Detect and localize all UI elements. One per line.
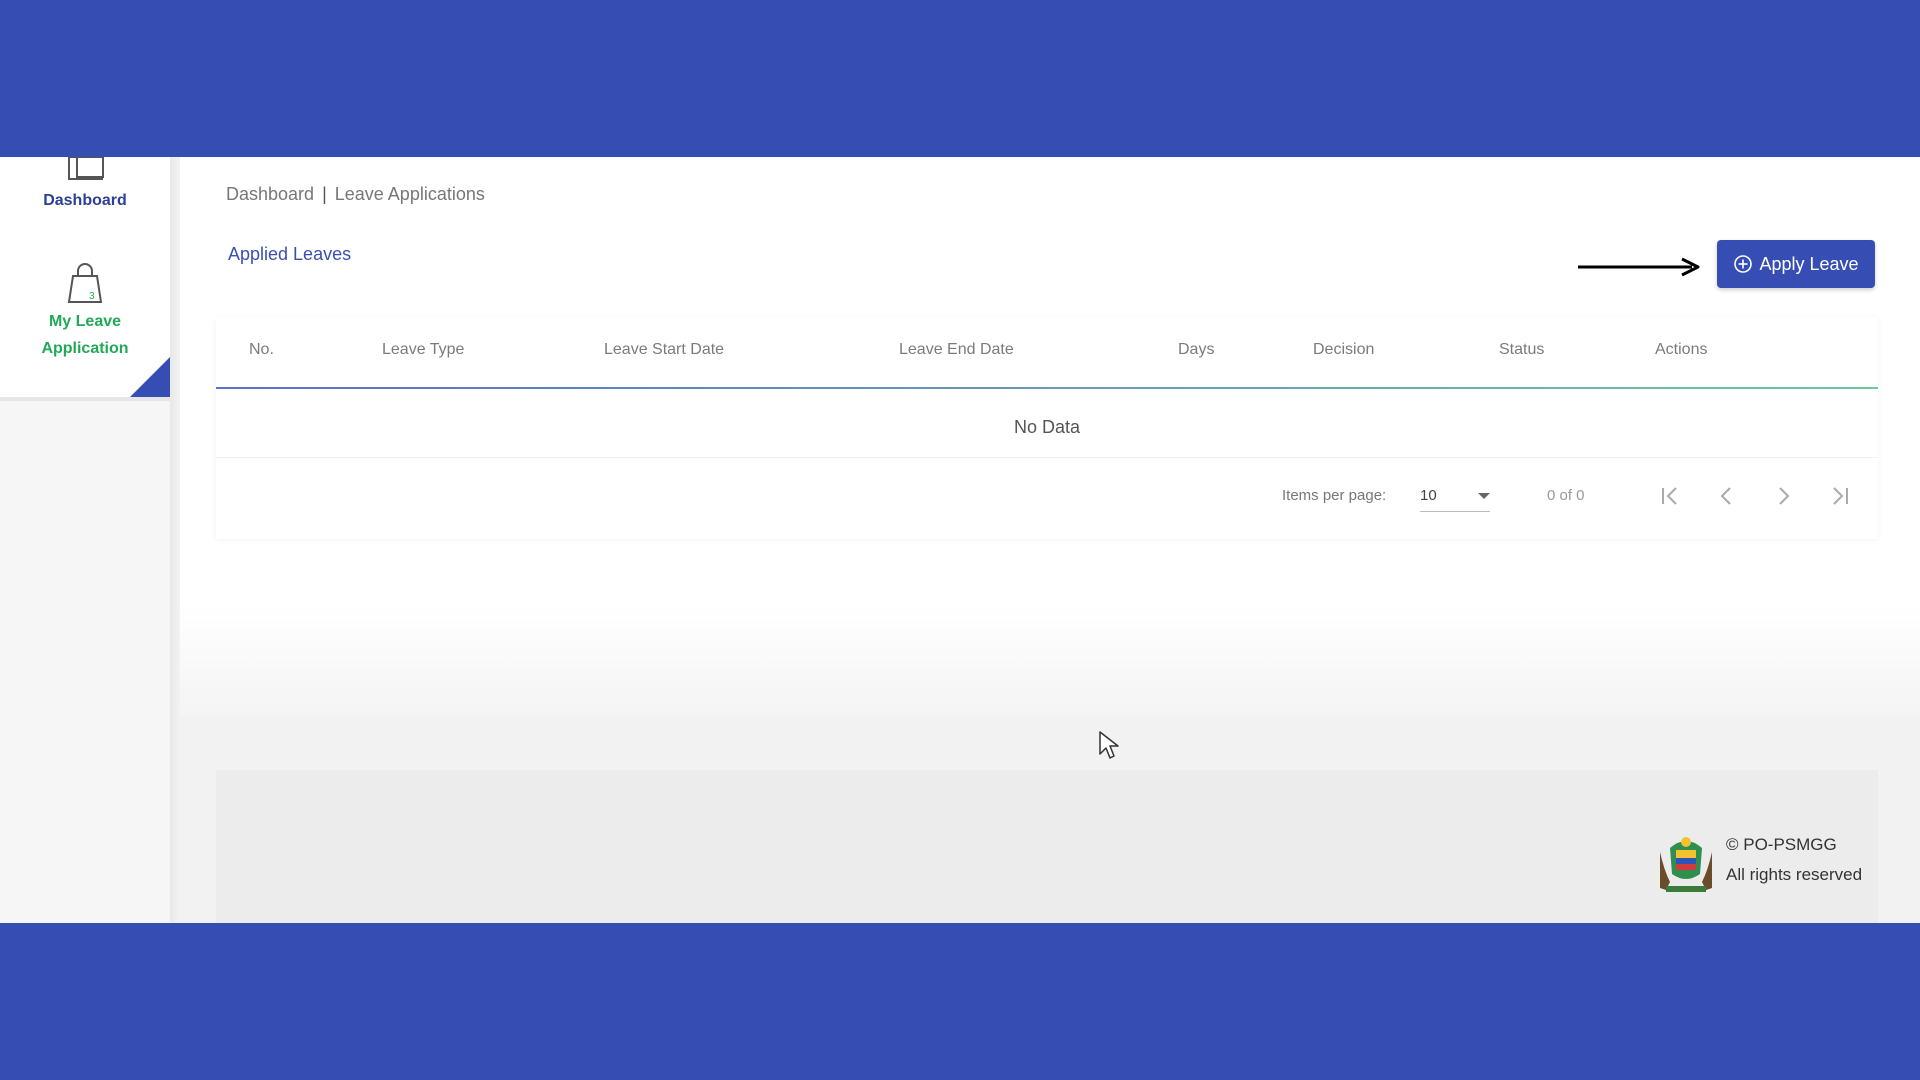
previous-page-icon[interactable] bbox=[1712, 481, 1742, 511]
copyright-text: © PO-PSMGG bbox=[1726, 835, 1837, 854]
breadcrumb-separator: | bbox=[322, 184, 327, 204]
arrow-right-icon bbox=[1578, 257, 1700, 277]
svg-text:3: 3 bbox=[89, 291, 95, 302]
leaves-table: No. Leave Type Leave Start Date Leave En… bbox=[216, 317, 1878, 539]
last-page-icon[interactable] bbox=[1825, 481, 1855, 511]
column-header-no[interactable]: No. bbox=[249, 341, 274, 359]
top-frame-band bbox=[0, 0, 1920, 157]
footer-text: © PO-PSMGG All rights reserved bbox=[1726, 830, 1862, 890]
main-content: Dashboard | Leave Applications Applied Lea… bbox=[180, 157, 1920, 923]
bag-icon: 3 bbox=[67, 263, 103, 303]
column-header-actions: Actions bbox=[1655, 341, 1708, 358]
next-page-icon[interactable] bbox=[1768, 481, 1798, 511]
breadcrumb: Dashboard | Leave Applications bbox=[226, 184, 485, 205]
footer: © PO-PSMGG All rights reserved bbox=[216, 770, 1878, 923]
coat-of-arms-icon bbox=[1660, 837, 1712, 892]
column-header-days[interactable]: Days bbox=[1178, 341, 1214, 359]
column-header-leave-type[interactable]: Leave Type bbox=[382, 341, 464, 359]
sidebar-item-label-line1: My Leave bbox=[48, 313, 122, 330]
sidebar-item-dashboard[interactable]: Dashboard bbox=[0, 157, 170, 227]
active-indicator bbox=[128, 357, 170, 399]
plus-circle-icon bbox=[1734, 255, 1753, 273]
empty-state-text: No Data bbox=[1013, 417, 1081, 437]
caret-down-icon bbox=[1478, 493, 1490, 499]
app-window: Dashboard 3 My Leave Application Dashboa… bbox=[0, 157, 1920, 923]
items-per-page-select[interactable]: 10 bbox=[1420, 479, 1490, 512]
sidebar-item-label: Dashboard bbox=[43, 192, 127, 209]
column-header-decision[interactable]: Decision bbox=[1313, 341, 1374, 359]
rights-text: All rights reserved bbox=[1726, 865, 1863, 884]
column-header-leave-end-date[interactable]: Leave End Date bbox=[899, 341, 1014, 359]
items-per-page-label: Items per page: bbox=[1282, 487, 1387, 504]
paginator: Items per page: 10 0 of 0 bbox=[216, 467, 1878, 527]
column-header-leave-start-date[interactable]: Leave Start Date bbox=[604, 341, 724, 359]
breadcrumb-current: Leave Applications bbox=[334, 184, 485, 204]
bottom-frame-band bbox=[0, 923, 1920, 1080]
dashboard-icon bbox=[68, 157, 104, 180]
table-header-underline bbox=[216, 387, 1878, 389]
page-title: Applied Leaves bbox=[228, 244, 352, 264]
sidebar: Dashboard 3 My Leave Application bbox=[0, 157, 170, 923]
items-per-page-value: 10 bbox=[1420, 487, 1437, 504]
sidebar-divider bbox=[0, 397, 170, 401]
page-range-label: 0 of 0 bbox=[1547, 487, 1585, 504]
breadcrumb-home[interactable]: Dashboard bbox=[226, 184, 314, 204]
table-header: No. Leave Type Leave Start Date Leave En… bbox=[216, 317, 1878, 387]
apply-leave-button[interactable]: Apply Leave bbox=[1717, 240, 1875, 288]
apply-leave-label: Apply Leave bbox=[1759, 253, 1859, 274]
first-page-icon[interactable] bbox=[1655, 481, 1685, 511]
mouse-cursor-icon bbox=[1099, 731, 1119, 759]
column-header-status[interactable]: Status bbox=[1499, 341, 1544, 359]
row-divider bbox=[216, 457, 1878, 458]
